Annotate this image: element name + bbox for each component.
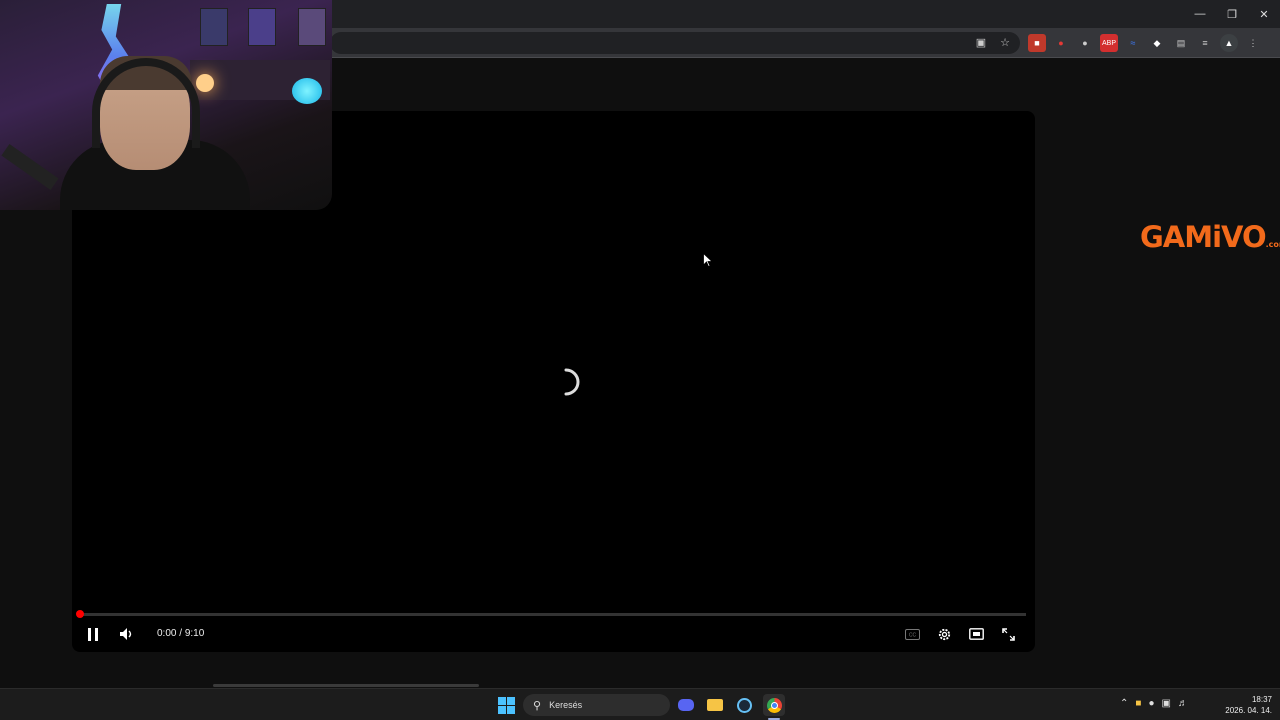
volume-button[interactable] [117,625,135,643]
profile-avatar-icon[interactable]: ▲ [1220,34,1238,52]
loading-spinner-icon [564,368,580,396]
steam-app-button[interactable] [733,694,755,716]
time-display: 0:00 / 9:10 [157,628,204,639]
mouse-cursor-icon [703,253,713,268]
window-controls: — ❐ ✕ [1184,0,1280,28]
webcam-poster [200,8,228,46]
extension-diamond-icon[interactable]: ◆ [1148,34,1166,52]
speaker-icon[interactable]: ♬ [1178,698,1188,709]
sponsor-logo-text: GAMiVO [1140,220,1267,254]
progress-scrubber[interactable] [76,610,84,618]
network-icon[interactable]: ▣ [1161,698,1170,709]
pause-icon [88,627,98,641]
webcam-overlay [0,0,332,210]
time-separator: / [176,628,185,639]
settings-button[interactable] [935,625,953,643]
system-tray: ⌃ ■ ● ▣ ♬ [1120,698,1188,709]
extensions-bar: ■ ● ● ABP ≈ ◆ ▤ ≡ ▲ ⋮ [1028,34,1262,52]
theater-mode-icon [968,628,984,640]
captions-icon: CC [904,628,920,640]
webcam-poster [298,8,326,46]
clock-time: 18:37 [1251,695,1272,704]
start-button[interactable] [498,697,515,714]
horizontal-scrollbar[interactable] [213,684,479,687]
minimize-button[interactable]: — [1184,0,1216,28]
chevron-up-icon[interactable]: ⌃ [1120,698,1128,709]
extension-wave-icon[interactable]: ≈ [1124,34,1142,52]
time-total: 9:10 [184,628,205,639]
windows-logo-tile [498,706,506,714]
media-queue-icon[interactable]: ≡ [1196,34,1214,52]
tray-discord-icon[interactable]: ● [1148,698,1154,709]
windows-logo-tile [498,697,506,705]
time-current: 0:00 [157,628,177,639]
extension-red-icon[interactable]: ■ [1028,34,1046,52]
windows-logo-tile [507,697,515,705]
file-explorer-button[interactable] [704,694,726,716]
close-window-button[interactable]: ✕ [1248,0,1280,28]
extension-figure-icon[interactable]: ● [1076,34,1094,52]
omnibox-actions: ▣ ☆ [972,33,1014,51]
bookmark-star-icon[interactable]: ☆ [996,33,1014,51]
svg-text:CC: CC [908,632,916,638]
screen: — ❐ ✕ ▣ ☆ ■ ● ● ABP ≈ ◆ ▤ ≡ ▲ ⋮ 0:00 / 9… [0,0,1280,720]
extension-record-icon[interactable]: ● [1052,34,1070,52]
adblock-icon[interactable]: ABP [1100,34,1118,52]
webcam-poster [248,8,276,46]
gear-icon [938,628,950,640]
browser-menu-icon[interactable]: ⋮ [1244,34,1262,52]
theater-mode-button[interactable] [967,626,985,642]
webcam-microphone [1,144,59,190]
sponsor-logo: GAMiVO.com [1140,220,1280,254]
extensions-puzzle-icon[interactable]: ▤ [1172,34,1190,52]
chrome-icon [766,697,782,713]
discord-app-button[interactable] [675,694,697,716]
clock-date: 2026. 04. 14. [1225,706,1272,715]
fullscreen-button[interactable] [999,625,1017,643]
tray-app-icon[interactable]: ■ [1135,698,1141,709]
sponsor-logo-suffix: .com [1265,240,1280,249]
webcam-lamp [196,74,214,92]
volume-icon [120,628,132,640]
discord-icon [678,699,694,711]
install-app-icon[interactable]: ▣ [972,33,990,51]
restore-button[interactable]: ❐ [1216,0,1248,28]
taskbar-clock[interactable]: 18:37 2026. 04. 14. [1220,694,1272,716]
chrome-app-button[interactable] [763,694,785,716]
taskbar-search[interactable]: ⚲ Keresés [523,694,670,716]
progress-bar[interactable] [80,613,1026,616]
windows-logo-tile [507,706,515,714]
address-bar[interactable] [330,32,1020,54]
pause-button[interactable] [84,625,102,643]
folder-icon [707,699,723,711]
taskbar-search-label: Keresés [549,700,583,710]
search-icon: ⚲ [533,699,542,712]
fullscreen-icon [1001,627,1015,641]
captions-button[interactable]: CC [903,626,921,642]
taskbar: ⚲ Keresés ⌃ ■ ● ▣ ♬ 18:37 2026. 04. 14. [0,688,1280,720]
webcam-light-orb [292,78,322,104]
steam-icon [736,697,752,713]
